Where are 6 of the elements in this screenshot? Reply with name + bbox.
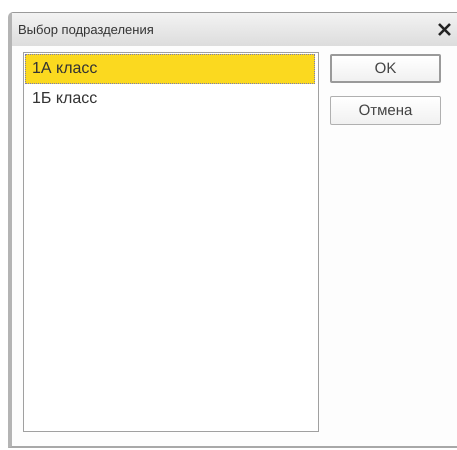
close-icon[interactable] xyxy=(438,23,451,36)
list-item[interactable]: 1А класс xyxy=(25,54,315,84)
ok-button[interactable]: OK xyxy=(330,54,441,83)
window-title: Выбор подразделения xyxy=(18,22,154,37)
cancel-button[interactable]: Отмена xyxy=(330,96,441,125)
list-item[interactable]: 1Б класс xyxy=(25,84,315,114)
